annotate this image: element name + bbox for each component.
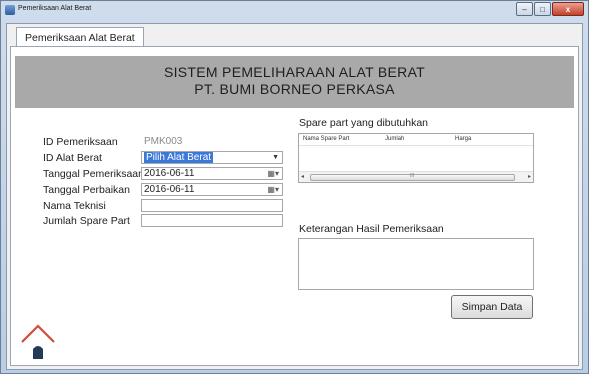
title-bar[interactable]: Pemeriksaan Alat Berat – □ x bbox=[1, 1, 588, 21]
id-alat-berat-label: ID Alat Berat bbox=[43, 152, 102, 164]
spare-part-title: Spare part yang dibutuhkan bbox=[299, 117, 429, 129]
keterangan-label: Keterangan Hasil Pemeriksaan bbox=[299, 223, 444, 235]
header-banner: SISTEM PEMELIHARAAN ALAT BERAT PT. BUMI … bbox=[15, 56, 574, 108]
app-icon bbox=[5, 5, 15, 15]
app-window: Pemeriksaan Alat Berat – □ x Pemeriksaan… bbox=[0, 0, 589, 374]
window-title: Pemeriksaan Alat Berat bbox=[18, 5, 92, 12]
id-alat-berat-value: Pilih Alat Berat bbox=[144, 152, 214, 163]
tanggal-perbaikan-value: 2016-06-11 bbox=[144, 184, 195, 195]
calendar-icon[interactable]: ▦▾ bbox=[267, 184, 279, 195]
listview-header: Nama Spare Part Jumlah Harga bbox=[299, 134, 533, 146]
tanggal-pemeriksaan-label: Tanggal Pemeriksaan bbox=[43, 168, 144, 180]
grip-icon: III bbox=[410, 173, 415, 179]
home-icon[interactable] bbox=[19, 321, 57, 363]
jumlah-spare-part-label: Jumlah Spare Part bbox=[43, 215, 130, 227]
id-pemeriksaan-value: PMK003 bbox=[144, 136, 183, 147]
close-button[interactable]: x bbox=[552, 2, 584, 16]
tab-pemeriksaan-alat-berat[interactable]: Pemeriksaan Alat Berat bbox=[16, 27, 144, 48]
column-header-harga[interactable]: Harga bbox=[455, 136, 471, 142]
scroll-left-icon[interactable]: ◂ bbox=[301, 173, 304, 180]
chevron-down-icon[interactable]: ▼ bbox=[272, 152, 279, 163]
client-area: Pemeriksaan Alat Berat SISTEM PEMELIHARA… bbox=[6, 23, 583, 370]
tanggal-pemeriksaan-datepicker[interactable]: 2016-06-11 ▦▾ bbox=[141, 167, 283, 180]
calendar-icon[interactable]: ▦▾ bbox=[267, 168, 279, 179]
jumlah-spare-part-input[interactable] bbox=[141, 214, 283, 227]
nama-teknisi-input[interactable] bbox=[141, 199, 283, 212]
id-pemeriksaan-label: ID Pemeriksaan bbox=[43, 136, 118, 148]
tab-page: SISTEM PEMELIHARAAN ALAT BERAT PT. BUMI … bbox=[10, 46, 579, 366]
tanggal-perbaikan-label: Tanggal Perbaikan bbox=[43, 184, 130, 196]
column-header-nama-spare-part[interactable]: Nama Spare Part bbox=[303, 136, 349, 142]
scroll-right-icon[interactable]: ▸ bbox=[528, 173, 531, 180]
horizontal-scrollbar[interactable]: ◂ III ▸ bbox=[299, 171, 533, 182]
home-door-shape bbox=[33, 346, 43, 359]
maximize-button[interactable]: □ bbox=[534, 2, 551, 16]
keterangan-textarea[interactable] bbox=[298, 238, 534, 290]
spare-part-listview[interactable]: Nama Spare Part Jumlah Harga ◂ III ▸ bbox=[298, 133, 534, 183]
window-controls: – □ x bbox=[515, 2, 584, 18]
minimize-button[interactable]: – bbox=[516, 2, 533, 16]
banner-subtitle: PT. BUMI BORNEO PERKASA bbox=[194, 81, 395, 97]
scroll-thumb[interactable]: III bbox=[310, 173, 515, 181]
id-pemeriksaan-field: PMK003 bbox=[141, 135, 283, 148]
id-alat-berat-combobox[interactable]: Pilih Alat Berat ▼ bbox=[141, 151, 283, 164]
tanggal-pemeriksaan-value: 2016-06-11 bbox=[144, 168, 195, 179]
simpan-data-button[interactable]: Simpan Data bbox=[451, 295, 533, 319]
column-header-jumlah[interactable]: Jumlah bbox=[385, 136, 404, 142]
home-roof-shape bbox=[21, 324, 55, 343]
nama-teknisi-label: Nama Teknisi bbox=[43, 200, 106, 212]
banner-title: SISTEM PEMELIHARAAN ALAT BERAT bbox=[163, 64, 426, 80]
tanggal-perbaikan-datepicker[interactable]: 2016-06-11 ▦▾ bbox=[141, 183, 283, 196]
